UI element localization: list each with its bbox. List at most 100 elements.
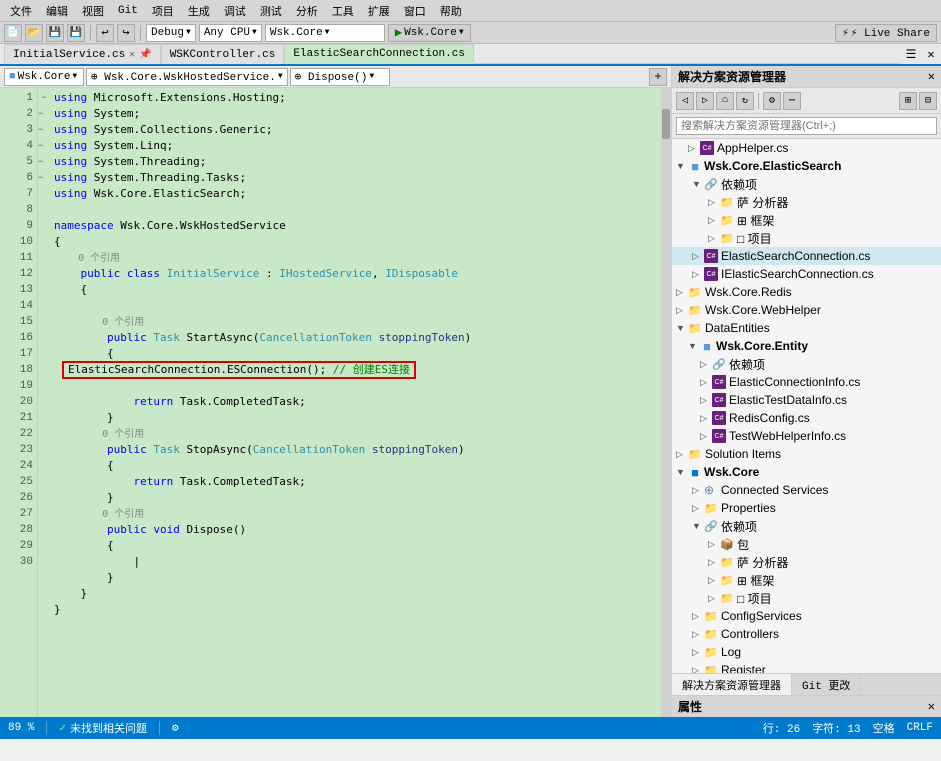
- toolbar-save[interactable]: 💾: [46, 24, 64, 42]
- code-line-cursor[interactable]: |: [54, 554, 657, 570]
- status-position: 行: 26: [763, 720, 800, 736]
- tree-item-ielastic-conn[interactable]: ▷ C# IElasticSearchConnection.cs: [672, 265, 941, 283]
- tree-item-wsk-webhelper[interactable]: ▷ 📁 Wsk.Core.WebHelper: [672, 301, 941, 319]
- code-line: }: [54, 586, 657, 602]
- code-line-refcount: 0 个引用: [54, 250, 657, 266]
- tab-elasticsearchconnection[interactable]: ElasticSearchConnection.cs: [284, 44, 474, 64]
- sol-btn-home[interactable]: ⌂: [716, 92, 734, 110]
- editor-add-icon[interactable]: +: [649, 68, 667, 86]
- tree-item-deps1[interactable]: ▼ 🔗 依赖项: [672, 175, 941, 193]
- project-dropdown[interactable]: Wsk.Core ▼: [265, 24, 385, 42]
- tree-item-apphelper[interactable]: ▷ C# AppHelper.cs: [672, 139, 941, 157]
- tree-item-deps3[interactable]: ▼ 🔗 依赖项: [672, 517, 941, 535]
- file-path-dropdown[interactable]: ■ Wsk.Core ▼: [4, 68, 84, 86]
- tree-item-framework2[interactable]: ▷ 📁 ⊞ 框架: [672, 571, 941, 589]
- tree-item-wsk-elastic[interactable]: ▼ ■ Wsk.Core.ElasticSearch: [672, 157, 941, 175]
- menu-help[interactable]: 帮助: [434, 3, 468, 19]
- toolbar-open[interactable]: 📂: [25, 24, 43, 42]
- menu-debug[interactable]: 调试: [218, 3, 252, 19]
- code-line: {: [54, 458, 657, 474]
- menu-tools[interactable]: 工具: [326, 3, 360, 19]
- menu-file[interactable]: 文件: [4, 3, 38, 19]
- tree-item-register[interactable]: ▷ 📁 Register: [672, 661, 941, 673]
- live-share-button[interactable]: ⚡ ⚡ Live Share: [835, 24, 937, 42]
- tab-label: ElasticSearchConnection.cs: [293, 48, 465, 60]
- toolbar-new-project[interactable]: 📄: [4, 24, 22, 42]
- tree-item-redisconfig[interactable]: ▷ C# RedisConfig.cs: [672, 409, 941, 427]
- debug-config-dropdown[interactable]: Debug ▼: [146, 24, 196, 42]
- tree-item-properties[interactable]: ▷ 📁 Properties: [672, 499, 941, 517]
- menu-build[interactable]: 生成: [182, 3, 216, 19]
- pinned-icon[interactable]: 📌: [139, 49, 151, 61]
- code-line: }: [54, 570, 657, 586]
- tree-item-configservices[interactable]: ▷ 📁 ConfigServices: [672, 607, 941, 625]
- sol-btn-forward[interactable]: ▷: [696, 92, 714, 110]
- tab-git-changes[interactable]: Git 更改: [792, 674, 861, 696]
- tree-item-controllers[interactable]: ▷ 📁 Controllers: [672, 625, 941, 643]
- properties-close[interactable]: ✕: [928, 699, 935, 714]
- tree-item-analyzer1[interactable]: ▷ 📁 萨 分析器: [672, 193, 941, 211]
- tree-item-elastic-conn[interactable]: ▷ C# ElasticSearchConnection.cs: [672, 247, 941, 265]
- tab-initialservice[interactable]: InitialService.cs ✕ 📌: [4, 44, 161, 64]
- tree-item-dataentities[interactable]: ▼ 📁 DataEntities: [672, 319, 941, 337]
- line-numbers: 1 2 3 4 5 6 7 8 9 10 11 12 13 14 15 16 1: [0, 88, 38, 717]
- code-line: public Task StartAsync(CancellationToken…: [54, 330, 657, 346]
- sol-btn-more[interactable]: ⋯: [783, 92, 801, 110]
- tab-label: WSKController.cs: [170, 49, 276, 61]
- status-ok-icon: ✓ 未找到相关问题: [59, 720, 147, 736]
- code-line: using System.Threading.Tasks;: [54, 170, 657, 186]
- sol-btn-properties[interactable]: ⊞: [899, 92, 917, 110]
- tab-close-button[interactable]: ✕: [921, 44, 941, 64]
- zoom-level[interactable]: 89 %: [8, 722, 34, 734]
- tree-item-elastic-testdata[interactable]: ▷ C# ElasticTestDataInfo.cs: [672, 391, 941, 409]
- tree-item-wsk-entity[interactable]: ▼ ■ Wsk.Core.Entity: [672, 337, 941, 355]
- tree-item-log[interactable]: ▷ 📁 Log: [672, 643, 941, 661]
- code-line: {: [54, 282, 657, 298]
- sol-btn-back[interactable]: ◁: [676, 92, 694, 110]
- menu-edit[interactable]: 编辑: [40, 3, 74, 19]
- menu-view[interactable]: 视图: [76, 3, 110, 19]
- tab-wskcontroller[interactable]: WSKController.cs: [161, 44, 285, 64]
- tab-close-icon[interactable]: ✕: [129, 49, 135, 61]
- code-line: return Task.CompletedTask;: [54, 474, 657, 490]
- tree-item-connected-services[interactable]: ▷ ⊕ Connected Services: [672, 481, 941, 499]
- vertical-scrollbar[interactable]: [661, 88, 671, 717]
- sol-btn-preview[interactable]: ⊟: [919, 92, 937, 110]
- tree-item-wsk-core-main[interactable]: ▼ ■ Wsk.Core: [672, 463, 941, 481]
- toolbar-undo[interactable]: ↩: [96, 24, 114, 42]
- code-line: public Task StopAsync(CancellationToken …: [54, 442, 657, 458]
- settings-icon[interactable]: ⚙: [172, 721, 179, 735]
- class-path-dropdown[interactable]: ⊕ Wsk.Core.WskHostedService. ▼: [86, 68, 288, 86]
- menu-window[interactable]: 窗口: [398, 3, 432, 19]
- tree-item-analyzer2[interactable]: ▷ 📁 萨 分析器: [672, 553, 941, 571]
- method-path-dropdown[interactable]: ⊕ Dispose() ▼: [290, 68, 390, 86]
- code-content[interactable]: using Microsoft.Extensions.Hosting; usin…: [50, 88, 661, 717]
- solution-explorer-close[interactable]: ✕: [928, 69, 935, 84]
- cpu-dropdown[interactable]: Any CPU ▼: [199, 24, 262, 42]
- run-button[interactable]: ▶ Wsk.Core ▼: [388, 24, 471, 42]
- tree-item-project1[interactable]: ▷ 📁 □ 项目: [672, 229, 941, 247]
- solution-explorer-header: 解决方案资源管理器 ✕: [672, 66, 941, 88]
- menu-git[interactable]: Git: [112, 5, 144, 17]
- tree-item-solution-items[interactable]: ▷ 📁 Solution Items: [672, 445, 941, 463]
- toolbar-redo[interactable]: ↪: [117, 24, 135, 42]
- tab-settings-icon[interactable]: ☰: [901, 44, 921, 64]
- sol-btn-sync[interactable]: ↻: [736, 92, 754, 110]
- toolbar-save-all[interactable]: 💾: [67, 24, 85, 42]
- tab-solution-explorer[interactable]: 解决方案资源管理器: [672, 674, 792, 696]
- menu-extensions[interactable]: 扩展: [362, 3, 396, 19]
- code-line: }: [54, 602, 657, 618]
- tree-item-deps2[interactable]: ▷ 🔗 依赖项: [672, 355, 941, 373]
- tree-item-packages[interactable]: ▷ 📦 包: [672, 535, 941, 553]
- tree-item-wsk-redis[interactable]: ▷ 📁 Wsk.Core.Redis: [672, 283, 941, 301]
- menu-test[interactable]: 测试: [254, 3, 288, 19]
- menu-project[interactable]: 项目: [146, 3, 180, 19]
- code-line: using System.Collections.Generic;: [54, 122, 657, 138]
- tree-item-framework1[interactable]: ▷ 📁 ⊞ 框架: [672, 211, 941, 229]
- tree-item-elastic-info[interactable]: ▷ C# ElasticConnectionInfo.cs: [672, 373, 941, 391]
- tree-item-testwebhelper[interactable]: ▷ C# TestWebHelperInfo.cs: [672, 427, 941, 445]
- solution-search-input[interactable]: [676, 117, 937, 135]
- tree-item-project2[interactable]: ▷ 📁 □ 项目: [672, 589, 941, 607]
- sol-btn-filter[interactable]: ⚙: [763, 92, 781, 110]
- menu-analyze[interactable]: 分析: [290, 3, 324, 19]
